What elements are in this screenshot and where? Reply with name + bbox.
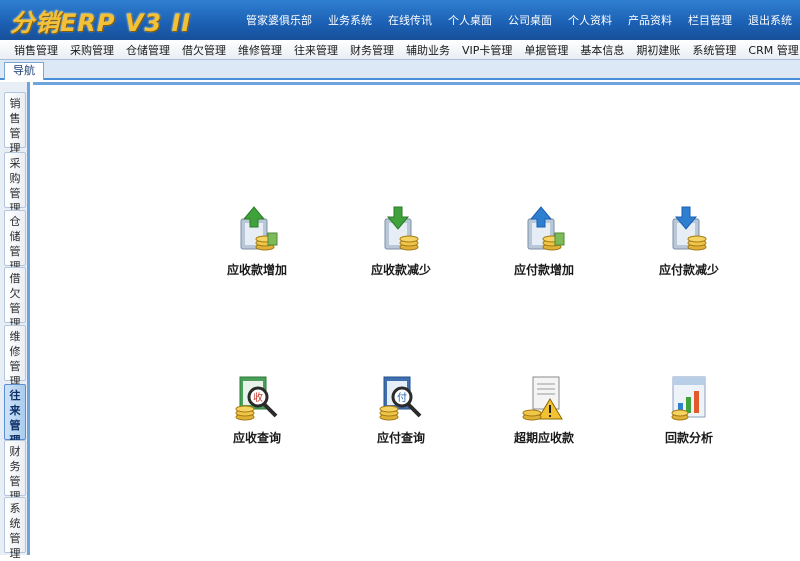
tile-label: 应付查询 bbox=[376, 431, 425, 445]
tile-label: 应收查询 bbox=[232, 431, 281, 445]
tile-label: 应收款增加 bbox=[226, 263, 287, 277]
tab-strip: 导航 bbox=[0, 60, 800, 80]
sidebar-item-repair[interactable]: 维修管理 bbox=[4, 325, 26, 388]
top-nav-personal-desktop[interactable]: 个人桌面 bbox=[440, 12, 500, 28]
payable-query-icon: 付 bbox=[379, 376, 422, 421]
tab-navigation[interactable]: 导航 bbox=[4, 62, 44, 80]
overdue-receivable-icon bbox=[522, 376, 563, 421]
top-nav-profile[interactable]: 个人资料 bbox=[560, 12, 620, 28]
top-nav-club[interactable]: 管家婆俱乐部 bbox=[238, 12, 320, 28]
sidebar-item-finance[interactable]: 财务管理 bbox=[4, 440, 26, 503]
tile-label: 回款分析 bbox=[664, 431, 713, 445]
receivable-increase-icon bbox=[240, 206, 278, 251]
menu-documents[interactable]: 单据管理 bbox=[518, 42, 574, 58]
menu-warehouse[interactable]: 仓储管理 bbox=[120, 42, 176, 58]
menu-auxiliary[interactable]: 辅助业务 bbox=[400, 42, 456, 58]
top-nav-business[interactable]: 业务系统 bbox=[320, 12, 380, 28]
menu-loans[interactable]: 借欠管理 bbox=[176, 42, 232, 58]
menu-sales[interactable]: 销售管理 bbox=[8, 42, 64, 58]
tile-label: 应收款减少 bbox=[370, 263, 431, 277]
payable-decrease-icon bbox=[672, 206, 707, 251]
tile-payable-query[interactable]: 付 应付查询 bbox=[346, 373, 456, 446]
menu-opening[interactable]: 期初建账 bbox=[630, 42, 686, 58]
top-nav: 管家婆俱乐部 业务系统 在线传讯 个人桌面 公司桌面 个人资料 产品资料 栏目管… bbox=[238, 12, 800, 28]
logo-text: 分销ERP V3 II bbox=[10, 8, 192, 37]
main-content: 应收款增加 应收款减少 应付款增加 应付款减少 收 应收查询 付 应付查询 超期… bbox=[33, 82, 800, 555]
receivable-query-icon: 收 bbox=[235, 376, 278, 421]
tile-label: 应付款减少 bbox=[658, 263, 719, 277]
svg-text:收: 收 bbox=[253, 391, 263, 404]
left-sidebar: 销售管理 采购管理 仓储管理 借欠管理 维修管理 往来管理 财务管理 系统管理 bbox=[0, 82, 30, 560]
sidebar-item-sales[interactable]: 销售管理 bbox=[4, 92, 26, 155]
menu-accounts[interactable]: 往来管理 bbox=[288, 42, 344, 58]
sidebar-item-purchase[interactable]: 采购管理 bbox=[4, 152, 26, 215]
menu-purchase[interactable]: 采购管理 bbox=[64, 42, 120, 58]
top-nav-products[interactable]: 产品资料 bbox=[620, 12, 680, 28]
top-nav-columns[interactable]: 栏目管理 bbox=[680, 12, 740, 28]
tile-receivable-query[interactable]: 收 应收查询 bbox=[202, 373, 312, 446]
sidebar-item-warehouse[interactable]: 仓储管理 bbox=[4, 210, 26, 273]
tile-label: 超期应收款 bbox=[513, 431, 574, 445]
menu-vip-card[interactable]: VIP卡管理 bbox=[456, 42, 518, 58]
sidebar-item-accounts[interactable]: 往来管理 bbox=[4, 384, 26, 447]
menu-finance[interactable]: 财务管理 bbox=[344, 42, 400, 58]
app-header: 分销ERP V3 II 管家婆俱乐部 业务系统 在线传讯 个人桌面 公司桌面 个… bbox=[0, 0, 800, 40]
menu-system[interactable]: 系统管理 bbox=[686, 42, 742, 58]
menu-repair[interactable]: 维修管理 bbox=[232, 42, 288, 58]
tile-receivable-decrease[interactable]: 应收款减少 bbox=[346, 205, 456, 278]
app-logo: 分销ERP V3 II bbox=[10, 3, 191, 37]
svg-text:付: 付 bbox=[397, 391, 407, 404]
menu-crm[interactable]: CRM 管理 bbox=[742, 42, 800, 58]
tile-payable-increase[interactable]: 应付款增加 bbox=[489, 205, 599, 278]
receivable-decrease-icon bbox=[384, 206, 419, 251]
sidebar-item-loans[interactable]: 借欠管理 bbox=[4, 267, 26, 330]
main-menu-bar: 销售管理 采购管理 仓储管理 借欠管理 维修管理 往来管理 财务管理 辅助业务 … bbox=[0, 40, 800, 60]
sidebar-item-system[interactable]: 系统管理 bbox=[4, 497, 26, 560]
top-nav-company-desktop[interactable]: 公司桌面 bbox=[500, 12, 560, 28]
menu-basic-info[interactable]: 基本信息 bbox=[574, 42, 630, 58]
tile-label: 应付款增加 bbox=[513, 263, 574, 277]
tile-payable-decrease[interactable]: 应付款减少 bbox=[634, 205, 744, 278]
tile-receivable-increase[interactable]: 应收款增加 bbox=[202, 205, 312, 278]
tile-overdue-receivable[interactable]: 超期应收款 bbox=[489, 373, 599, 446]
payment-analysis-icon bbox=[671, 376, 706, 421]
payable-increase-icon bbox=[527, 206, 565, 251]
tile-payment-analysis[interactable]: 回款分析 bbox=[634, 373, 744, 446]
top-nav-messenger[interactable]: 在线传讯 bbox=[380, 12, 440, 28]
top-nav-logout[interactable]: 退出系统 bbox=[740, 12, 800, 28]
